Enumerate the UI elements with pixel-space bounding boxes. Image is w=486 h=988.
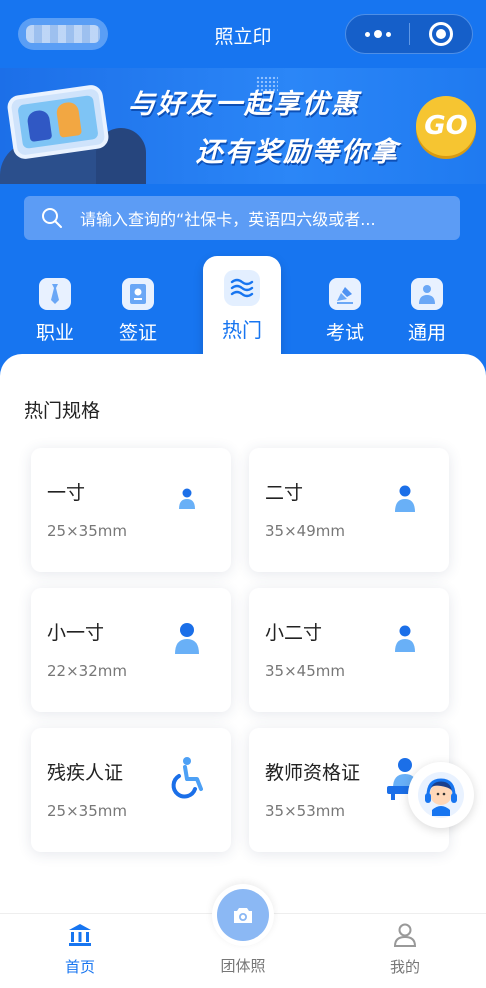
target-icon bbox=[429, 22, 453, 46]
banner-subline: 还有奖励等你拿 bbox=[196, 137, 399, 168]
spec-card-small-2inch[interactable]: 小二寸 35×45mm bbox=[249, 588, 449, 712]
category-tab-career[interactable]: 职业 bbox=[23, 278, 87, 345]
headset-agent-icon bbox=[418, 772, 464, 818]
category-tab-visa[interactable]: 签证 bbox=[106, 278, 170, 345]
tie-icon bbox=[39, 278, 71, 310]
bank-home-icon bbox=[69, 924, 91, 946]
more-menu-button[interactable] bbox=[346, 15, 409, 53]
spec-name: 小一寸 bbox=[47, 622, 105, 644]
spec-card-1inch[interactable]: 一寸 25×35mm bbox=[31, 448, 231, 572]
banner-headline: 与好友一起享优惠 bbox=[128, 89, 360, 120]
category-label: 通用 bbox=[407, 322, 446, 344]
miniprogram-capsule bbox=[345, 14, 473, 54]
wheelchair-icon bbox=[167, 756, 207, 800]
waves-icon bbox=[224, 270, 260, 306]
spec-size: 22×32mm bbox=[47, 662, 127, 680]
search-placeholder: 请输入查询的“社保卡，英语四六级或者... bbox=[80, 210, 376, 229]
category-label: 职业 bbox=[35, 322, 74, 344]
person-icon bbox=[167, 616, 207, 660]
person-icon bbox=[411, 278, 443, 310]
go-button[interactable]: GO bbox=[416, 96, 476, 156]
group-photo-button[interactable] bbox=[212, 884, 274, 946]
tab-label: 我的 bbox=[389, 958, 420, 976]
spec-card-small-1inch[interactable]: 小一寸 22×32mm bbox=[31, 588, 231, 712]
spec-name: 教师资格证 bbox=[265, 762, 361, 784]
group-photo-label: 团体照 bbox=[220, 957, 266, 975]
spec-name: 一寸 bbox=[47, 482, 86, 504]
user-icon bbox=[393, 923, 417, 947]
camera-icon bbox=[234, 908, 252, 923]
promo-banner[interactable]: 与好友一起享优惠 还有奖励等你拿 GO bbox=[0, 68, 486, 184]
person-icon bbox=[167, 476, 207, 520]
spec-size: 25×35mm bbox=[47, 522, 127, 540]
spec-name: 小二寸 bbox=[265, 622, 323, 644]
spec-name: 二寸 bbox=[265, 482, 304, 504]
customer-service-button[interactable] bbox=[408, 762, 474, 828]
spec-size: 35×49mm bbox=[265, 522, 345, 540]
search-icon bbox=[24, 207, 80, 229]
section-title: 热门规格 bbox=[24, 400, 101, 422]
tab-label: 首页 bbox=[64, 958, 95, 976]
spec-card-disability[interactable]: 残疾人证 25×35mm bbox=[31, 728, 231, 852]
spec-size: 35×45mm bbox=[265, 662, 345, 680]
exam-icon bbox=[329, 278, 361, 310]
person-icon bbox=[385, 476, 425, 520]
search-bar[interactable]: 请输入查询的“社保卡，英语四六级或者... bbox=[24, 196, 460, 240]
navigation-bar: 照立印 bbox=[0, 0, 486, 68]
person-icon bbox=[385, 616, 425, 660]
phone-illustration bbox=[6, 83, 110, 161]
category-tab-exam[interactable]: 考试 bbox=[313, 278, 377, 345]
close-miniprogram-button[interactable] bbox=[410, 22, 472, 46]
spec-size: 25×35mm bbox=[47, 802, 127, 820]
tab-home[interactable]: 首页 bbox=[40, 922, 120, 977]
category-label: 签证 bbox=[118, 322, 157, 344]
tab-mine[interactable]: 我的 bbox=[365, 922, 445, 977]
passport-icon bbox=[122, 278, 154, 310]
spec-size: 35×53mm bbox=[265, 802, 345, 820]
spec-card-2inch[interactable]: 二寸 35×49mm bbox=[249, 448, 449, 572]
category-label: 热门 bbox=[222, 318, 262, 342]
spec-name: 残疾人证 bbox=[47, 762, 124, 784]
category-tab-general[interactable]: 通用 bbox=[395, 278, 459, 345]
category-label: 考试 bbox=[325, 322, 364, 344]
